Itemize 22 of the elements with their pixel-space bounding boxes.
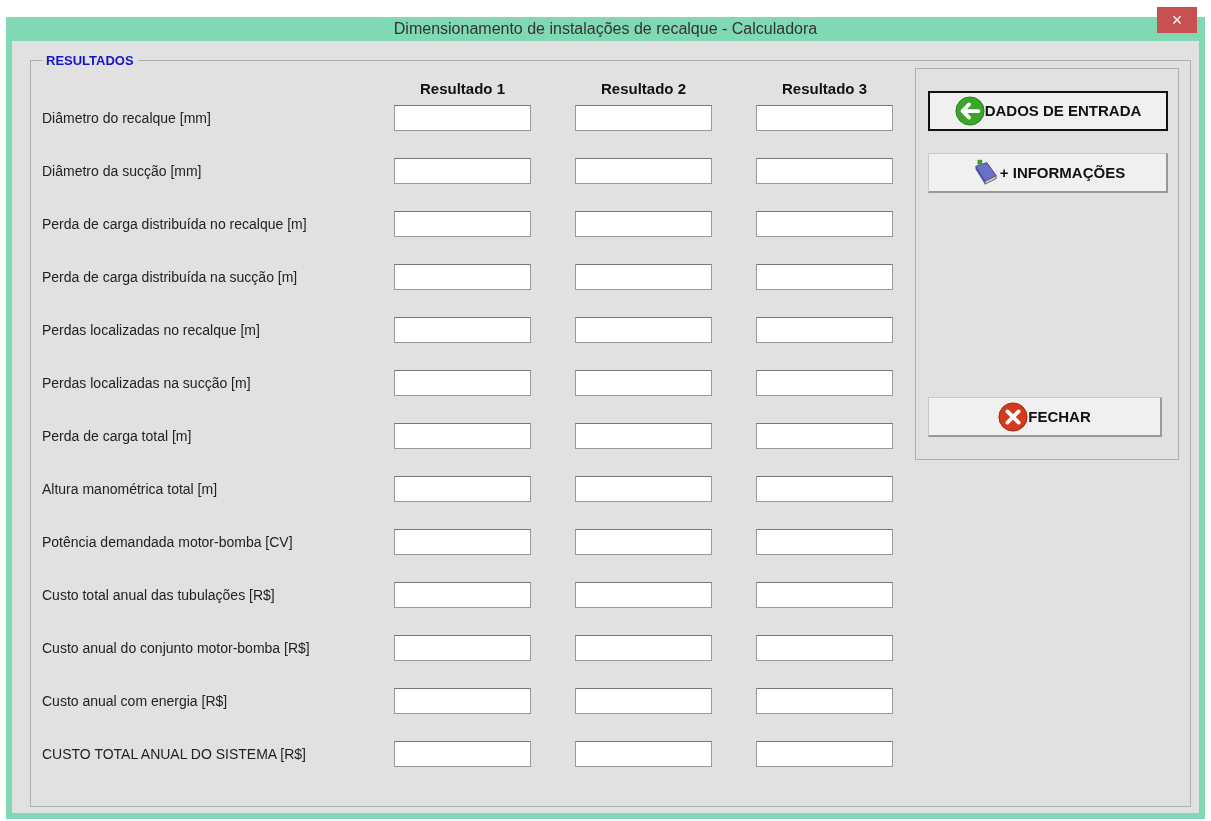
row-label: Custo anual com energia [R$] [42, 693, 229, 709]
row-label: Custo total anual das tubulações [R$] [42, 587, 276, 603]
row-label: Perda de carga total [m] [42, 428, 193, 444]
column-header: Resultado 1 [419, 79, 506, 97]
action-button[interactable]: FECHAR [928, 397, 1162, 437]
row-label: Perdas localizadas no recalque [m] [42, 322, 261, 338]
row-label: Potência demandada motor-bomba [CV] [42, 534, 294, 550]
row-label: Custo anual do conjunto motor-bomba [R$] [42, 640, 311, 656]
column-header: Resultado 3 [781, 79, 868, 97]
row-label: Diâmetro do recalque [mm] [42, 110, 212, 126]
column-header: Resultado 2 [600, 79, 687, 97]
row-label: Perdas localizadas na sucção [m] [42, 375, 252, 391]
action-button[interactable]: + INFORMAÇÕES [928, 152, 1168, 193]
row-label: Perda de carga distribuída na sucção [m] [42, 269, 299, 285]
action-button[interactable]: DADOS DE ENTRADA [928, 91, 1168, 131]
group-title: RESULTADOS [45, 53, 135, 68]
close-button[interactable]: × [1157, 7, 1197, 33]
row-label: CUSTO TOTAL ANUAL DO SISTEMA [R$] [42, 746, 307, 762]
window-title: Dimensionamento de instalações de recalque - Calculadora [393, 20, 818, 38]
row-label: Diâmetro da sucção [mm] [42, 163, 203, 179]
row-label: Perda de carga distribuída no recalque [m] [42, 216, 308, 232]
row-label: Altura manométrica total [m] [42, 481, 219, 497]
